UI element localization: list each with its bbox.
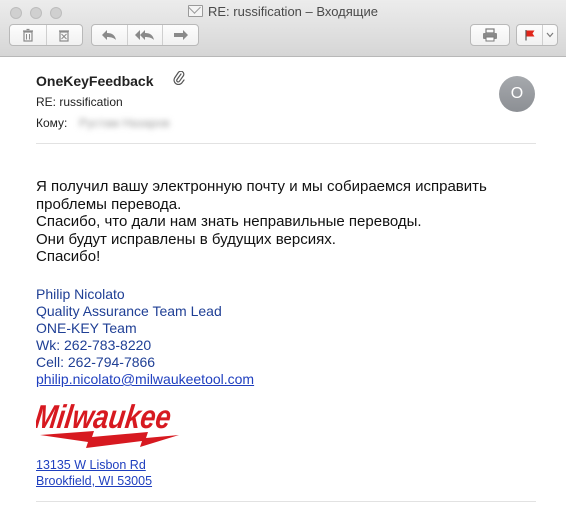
print-button[interactable] [471,25,509,45]
body-line: Они будут исправлены в будущих версиях. [36,230,336,248]
header-divider [36,143,536,144]
signature-team: ONE-KEY Team [36,320,137,336]
message-body: Я получил вашу электронную почту и мы со… [36,178,546,266]
chevron-down-icon [546,32,554,38]
signature-cell-phone: Cell: 262-794-7866 [36,354,156,370]
flag-button[interactable] [517,25,544,45]
junk-icon [59,30,70,42]
reply-all-button[interactable] [128,25,164,45]
forward-button[interactable] [163,25,198,45]
recipient-label: Кому: [36,116,68,130]
reply-button[interactable] [92,25,128,45]
avatar: O [499,76,535,112]
logo-wordmark: Milwaukee [36,399,173,436]
signature-email-link[interactable]: philip.nicolato@milwaukeetool.com [36,371,254,388]
reply-all-icon [135,30,154,40]
signature-work-phone: Wk: 262-783-8220 [36,337,152,353]
window-title: RE: russification – Входящие [0,4,566,19]
junk-button[interactable] [47,25,83,45]
reply-group [91,24,199,46]
body-line: Спасибо! [36,248,101,265]
window-title-text: RE: russification – Входящие [207,4,378,19]
reply-icon [102,30,117,40]
print-icon [483,28,497,42]
envelope-icon [187,5,203,17]
footer-divider [36,501,536,502]
message-subject: RE: russification [36,95,123,109]
forward-icon [173,30,188,40]
flag-menu-button[interactable] [543,25,557,45]
signature: Philip Nicolato Quality Assurance Team L… [36,286,254,388]
sender-name[interactable]: OneKeyFeedback [36,73,154,89]
body-line: проблемы перевода. [36,195,182,213]
delete-button[interactable] [10,25,47,45]
delete-junk-group [9,24,83,46]
paperclip-icon[interactable] [173,71,185,85]
window-toolbar: RE: russification – Входящие [0,0,566,57]
trash-icon [22,28,33,42]
flag-icon [525,30,535,41]
recipient-value[interactable]: Рустам Назаров [79,116,170,130]
address[interactable]: 13135 W Lisbon Rd Brookfield, WI 53005 [36,457,152,489]
flag-group [516,24,558,46]
print-group [470,24,510,46]
mail-window: RE: russification – Входящие OneKeyFeedb… [0,0,566,507]
body-line: Спасибо, что дали нам знать неправильные… [36,213,422,230]
address-line-2[interactable]: Brookfield, WI 53005 [36,473,152,489]
address-line-1[interactable]: 13135 W Lisbon Rd [36,457,152,473]
body-line: Я получил вашу электронную почту и мы со… [36,178,487,195]
signature-role: Quality Assurance Team Lead [36,303,222,319]
signature-name: Philip Nicolato [36,286,125,302]
milwaukee-logo: Milwaukee [36,399,179,448]
